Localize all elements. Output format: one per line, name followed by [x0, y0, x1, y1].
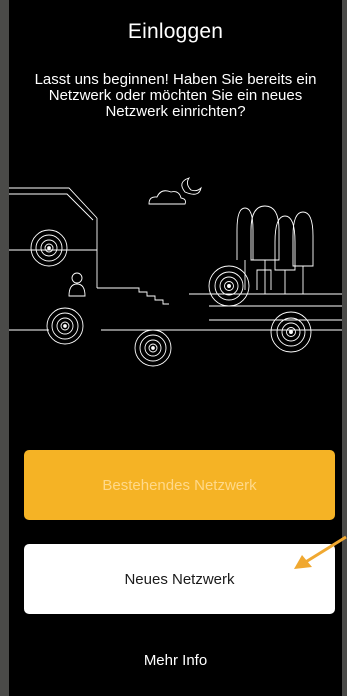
login-screen: Einloggen Lasst uns beginnen! Haben Sie … [9, 0, 342, 696]
network-node-2 [46, 307, 84, 345]
network-node-4 [208, 265, 250, 307]
existing-network-button[interactable]: Bestehendes Netzwerk [24, 450, 335, 520]
figure-icon [68, 272, 86, 297]
staircase-icon [97, 287, 169, 305]
device-frame-left [0, 0, 9, 696]
intro-text: Lasst uns beginnen! Haben Sie bereits ei… [34, 71, 317, 120]
page-title: Einloggen [127, 20, 224, 43]
network-node-3 [134, 329, 172, 367]
network-node-5 [270, 311, 312, 353]
network-node-1 [30, 229, 68, 267]
cloud-moon-icon [148, 177, 202, 205]
house-roof-icon [9, 187, 98, 288]
new-network-button[interactable]: Neues Netzwerk [24, 544, 335, 614]
more-info-link[interactable]: Mehr Info [9, 652, 342, 669]
device-frame-right [342, 0, 347, 696]
home-network-illustration [9, 177, 342, 367]
